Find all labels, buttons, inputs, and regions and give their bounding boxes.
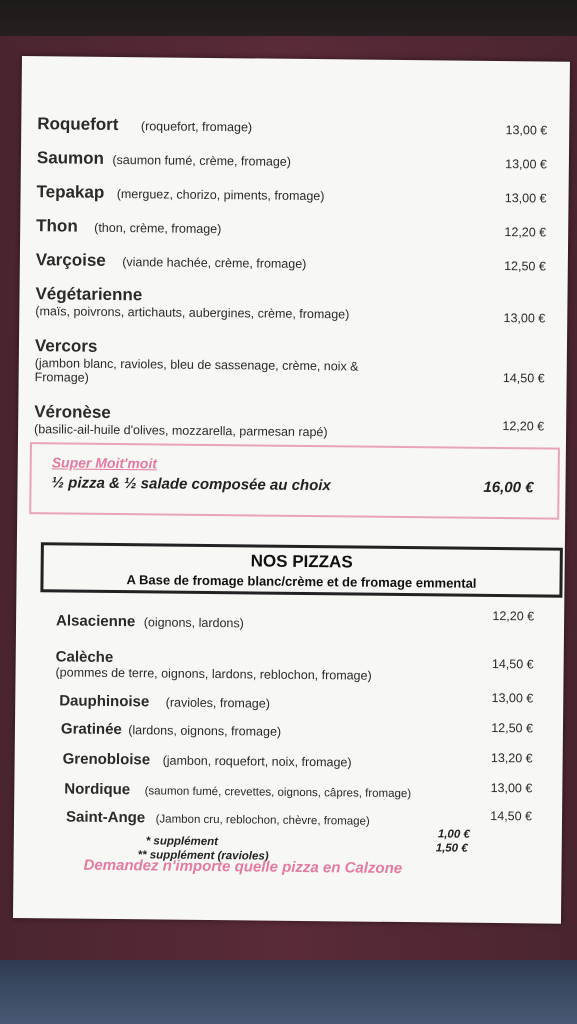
item-name: Alsacienne bbox=[55, 612, 136, 631]
calzone-notice: Demandez n'importe quelle pizza en Calzo… bbox=[83, 856, 403, 878]
item-price: 12,50 € bbox=[504, 259, 546, 274]
promo-description: ½ pizza & ½ salade composée au choix bbox=[51, 474, 331, 495]
item-price: 14,50 € bbox=[490, 808, 533, 824]
supplement-label: * supplément bbox=[145, 835, 219, 849]
menu-item-roquefort: Roquefort (roquefort, fromage) 13,00 € bbox=[37, 114, 547, 139]
section-title: NOS PIZZAS bbox=[250, 551, 353, 572]
menu-item-vegetarienne: Végétarienne (maïs, poivrons, artichauts… bbox=[35, 284, 546, 326]
item-name: Nordique bbox=[64, 780, 131, 799]
item-name: Varçoise bbox=[35, 250, 106, 270]
supplement-price: 1,00 € bbox=[437, 828, 470, 841]
item-desc: (jambon, roquefort, noix, fromage) bbox=[162, 753, 352, 770]
item-price: 12,20 € bbox=[492, 608, 535, 624]
item-desc: (oignons, lardons) bbox=[143, 615, 244, 631]
menu-item-nordique: Nordique (saumon fumé, crevettes, oignon… bbox=[64, 780, 532, 803]
item-price: 13,00 € bbox=[490, 780, 533, 796]
promo-title: Super Moit'moit bbox=[51, 454, 158, 472]
item-desc: (viande hachée, crème, fromage) bbox=[122, 255, 307, 271]
item-price: 13,20 € bbox=[490, 750, 533, 766]
item-name: Thon bbox=[36, 216, 78, 236]
item-desc: (lardons, oignons, fromage) bbox=[128, 723, 282, 739]
item-price: 13,00 € bbox=[503, 311, 546, 326]
fabric-background bbox=[0, 960, 577, 1024]
item-price: 12,50 € bbox=[491, 720, 534, 736]
menu-item-varcoise: Varçoise (viande hachée, crème, fromage)… bbox=[36, 250, 546, 275]
item-price: 12,20 € bbox=[502, 419, 545, 434]
item-desc: (Jambon cru, reblochon, chèvre, fromage) bbox=[155, 813, 370, 828]
item-desc: (thon, crème, fromage) bbox=[94, 220, 222, 237]
item-name: Tepakap bbox=[36, 182, 105, 202]
item-desc: (ravioles, fromage) bbox=[165, 695, 270, 711]
item-price: 13,00 € bbox=[505, 157, 547, 172]
item-name: Saint-Ange bbox=[65, 808, 146, 827]
item-name: Gratinée bbox=[60, 720, 122, 739]
menu-item-dauphinoise: Dauphinoise (ravioles, fromage) 13,00 € bbox=[59, 690, 534, 715]
menu-item-thon: Thon (thon, crème, fromage) 12,20 € bbox=[36, 216, 546, 241]
item-price: 13,00 € bbox=[504, 191, 547, 206]
item-name: Grenobloise bbox=[62, 750, 151, 769]
item-desc: (saumon fumé, crème, fromage) bbox=[112, 152, 292, 169]
menu-item-caleche: Calèche (pommes de terre, oignons, lardo… bbox=[55, 648, 533, 684]
supplement-price: 1,50 € bbox=[435, 842, 468, 855]
promo-price: 16,00 € bbox=[483, 478, 534, 497]
item-desc: (jambon blanc, ravioles, bleu de sassena… bbox=[34, 356, 359, 385]
item-desc: (roquefort, fromage) bbox=[140, 119, 253, 135]
item-name: Roquefort bbox=[37, 114, 119, 135]
menu-item-vercors: Vercors (jambon blanc, ravioles, bleu de… bbox=[35, 336, 545, 389]
section-subtitle: A Base de fromage blanc/crème et de from… bbox=[126, 572, 477, 591]
item-price: 13,00 € bbox=[505, 123, 548, 138]
menu-item-gratinee: Gratinée (lardons, oignons, fromage) 12,… bbox=[61, 720, 533, 743]
item-price: 14,50 € bbox=[502, 371, 545, 386]
menu-item-saumon: Saumon (saumon fumé, crème, fromage) 13,… bbox=[37, 148, 547, 173]
item-desc: (merguez, chorizo, piments, fromage) bbox=[116, 186, 325, 204]
menu-item-grenobloise: Grenobloise (jambon, roquefort, noix, fr… bbox=[63, 750, 533, 773]
menu-page: Roquefort (roquefort, fromage) 13,00 € S… bbox=[12, 56, 570, 924]
item-name: Saumon bbox=[36, 148, 105, 168]
promo-box: Super Moit'moit ½ pizza & ½ salade compo… bbox=[29, 442, 560, 520]
item-price: 13,00 € bbox=[491, 690, 534, 706]
item-price: 12,20 € bbox=[504, 225, 547, 240]
section-header: NOS PIZZAS A Base de fromage blanc/crème… bbox=[40, 542, 563, 598]
menu-item-veronese: Véronèse (basilic-ail-huile d'olives, mo… bbox=[34, 402, 544, 441]
item-price: 14,50 € bbox=[491, 656, 534, 672]
menu-item-tepakap: Tepakap (merguez, chorizo, piments, from… bbox=[36, 182, 546, 207]
menu-item-alsacienne: Alsacienne (oignons, lardons) 12,20 € bbox=[55, 608, 535, 635]
item-desc: (saumon fumé, crevettes, oignons, câpres… bbox=[144, 785, 412, 801]
item-name: Dauphinoise bbox=[59, 692, 150, 711]
